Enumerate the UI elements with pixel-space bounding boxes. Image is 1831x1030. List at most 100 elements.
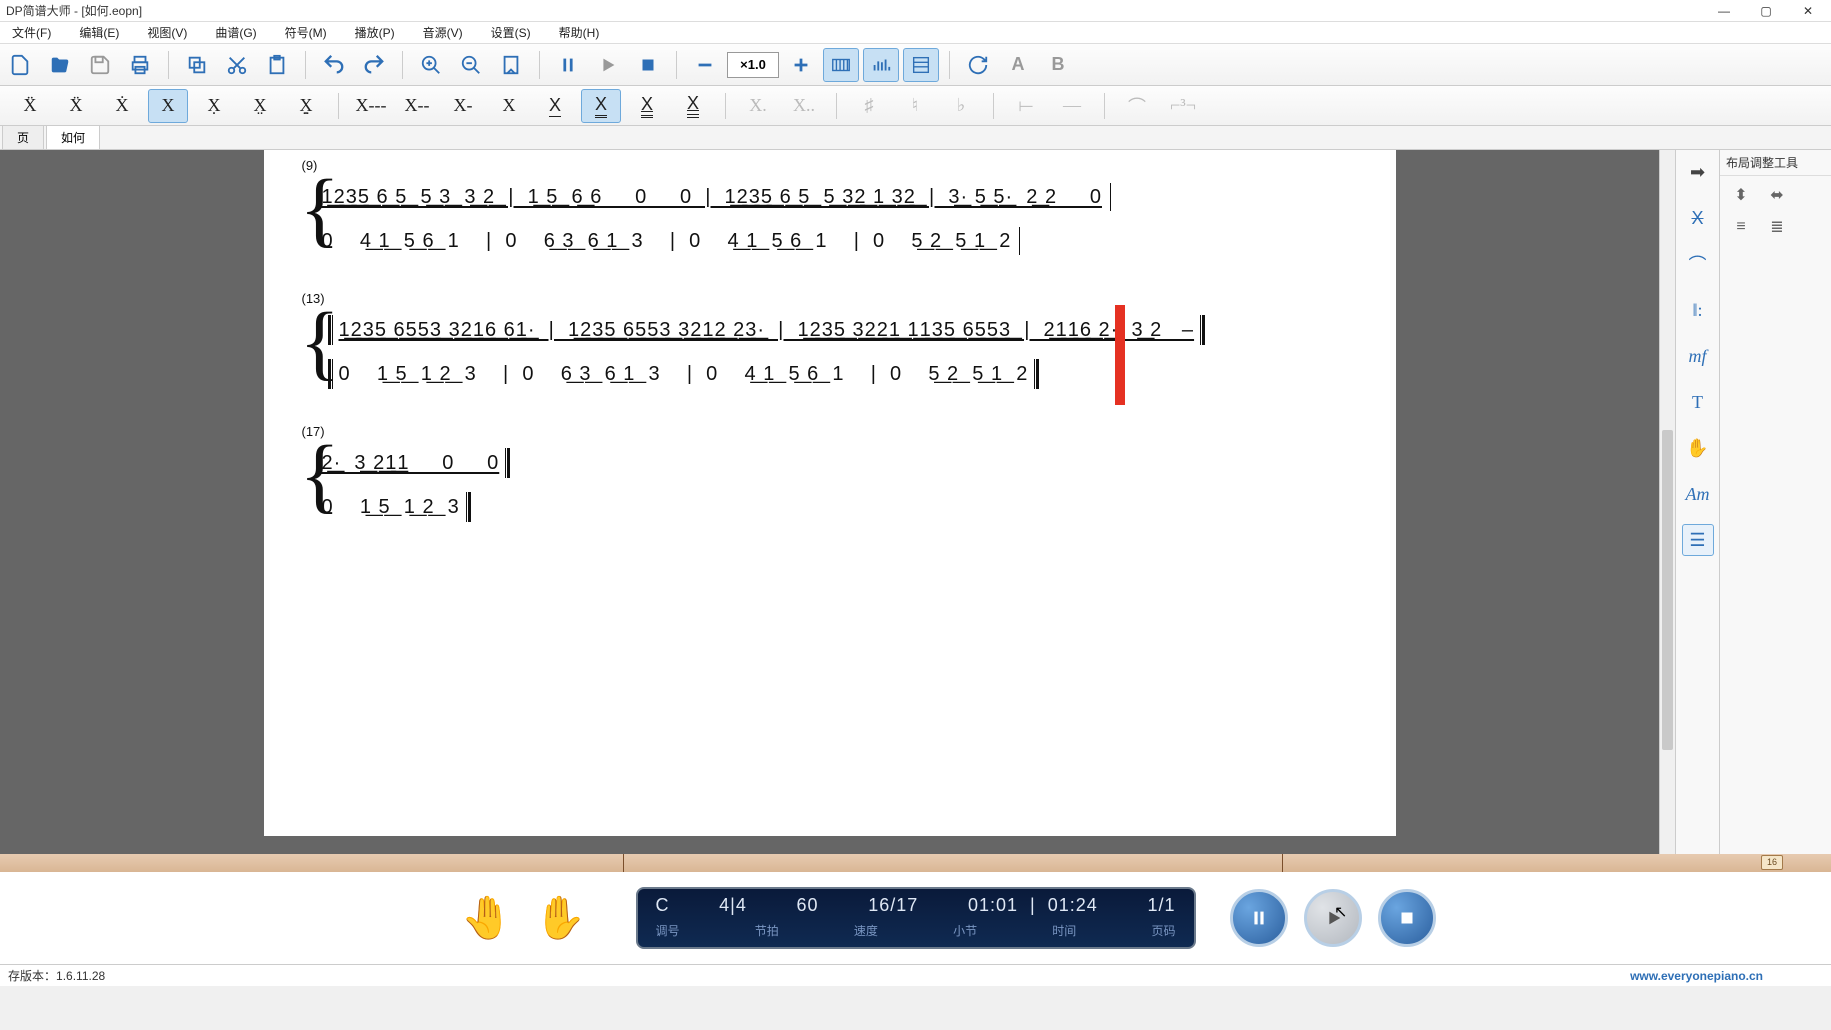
menu-settings[interactable]: 设置(S) — [485, 22, 537, 43]
layout-panel-title: 布局调整工具 — [1720, 150, 1831, 176]
duration-half-icon[interactable]: X-- — [397, 89, 437, 123]
menu-score[interactable]: 曲谱(G) — [209, 22, 262, 43]
timeline-ruler[interactable]: 16 — [0, 854, 1831, 872]
right-hand-icon[interactable]: ✋ — [534, 894, 586, 943]
paste-icon[interactable] — [259, 48, 295, 82]
score-canvas[interactable]: (9) { 1͟2͟3͟5͟ 6͟ 5͟ 5͟ 3͟ 3͟ 2͟ | 1͟ 5͟… — [0, 150, 1659, 854]
tuplet-icon[interactable]: ⌐³¬ — [1163, 89, 1203, 123]
align-stretch-icon[interactable]: ⬌ — [1764, 184, 1790, 206]
speed-down-icon[interactable] — [687, 48, 723, 82]
website-link[interactable]: www.everyonepiano.cn — [1630, 969, 1823, 983]
player-bar: ✋ ✋ C 4|4 60 16/17 01:01 | 01:24 1/1 调号 … — [0, 872, 1831, 964]
align-left-icon[interactable]: ≡ — [1728, 216, 1754, 238]
note-oct2-down-icon[interactable]: X̤ — [240, 89, 280, 123]
note-x-icon[interactable]: X — [1682, 202, 1714, 234]
slur-tool-icon[interactable]: ⌒ — [1682, 248, 1714, 280]
menu-view[interactable]: 视图(V) — [141, 22, 193, 43]
print-icon[interactable] — [122, 48, 158, 82]
keyboard-view-icon[interactable] — [823, 48, 859, 82]
style-a-icon[interactable]: A — [1000, 48, 1036, 82]
brace-icon: { — [300, 441, 312, 511]
stop-icon[interactable] — [630, 48, 666, 82]
note-natural-icon[interactable]: X — [148, 89, 188, 123]
note-oct1-up-icon[interactable]: Ẋ — [102, 89, 142, 123]
menu-edit[interactable]: 编辑(E) — [73, 22, 125, 43]
note-oct2-up-icon[interactable]: Ẍ — [56, 89, 96, 123]
menu-help[interactable]: 帮助(H) — [553, 22, 606, 43]
slur-icon[interactable]: ⌒ — [1117, 89, 1157, 123]
note-oct3-down-icon[interactable]: X̤̣ — [286, 89, 326, 123]
chord-tool-icon[interactable]: Am — [1682, 478, 1714, 510]
lbl-key: 调号 — [656, 922, 680, 939]
duration-64th-icon[interactable]: X — [673, 89, 713, 123]
lbl-bar: 小节 — [953, 922, 977, 939]
vertical-scrollbar[interactable] — [1659, 150, 1675, 854]
pause-button[interactable] — [1230, 889, 1288, 947]
menu-source[interactable]: 音源(V) — [417, 22, 469, 43]
copy-icon[interactable] — [179, 48, 215, 82]
speed-up-icon[interactable] — [783, 48, 819, 82]
menu-file[interactable]: 文件(F) — [6, 22, 57, 43]
list-tool-icon[interactable]: ☰ — [1682, 524, 1714, 556]
note-oct3-up-icon[interactable]: Ẍ — [10, 89, 50, 123]
duration-dotted-icon[interactable]: X- — [443, 89, 483, 123]
score-view-icon[interactable] — [903, 48, 939, 82]
flat-icon[interactable]: ♭ — [941, 89, 981, 123]
playback-cursor — [1115, 305, 1125, 405]
zoom-in-icon[interactable] — [413, 48, 449, 82]
timeline-flag[interactable]: 16 — [1761, 855, 1783, 870]
tie-close-icon[interactable]: ⟝ — [1006, 89, 1046, 123]
play-button[interactable] — [1304, 889, 1362, 947]
duration-sixteenth-icon[interactable]: X — [581, 89, 621, 123]
tab-document[interactable]: 如何 — [46, 125, 100, 149]
minimize-button[interactable]: — — [1717, 4, 1731, 18]
open-file-icon[interactable] — [42, 48, 78, 82]
pause-icon[interactable] — [550, 48, 586, 82]
left-hand-icon[interactable]: ✋ — [460, 894, 512, 943]
redo-icon[interactable] — [356, 48, 392, 82]
lbl-beat: 节拍 — [755, 922, 779, 939]
undo-icon[interactable] — [316, 48, 352, 82]
lbl-page: 页码 — [1151, 922, 1175, 939]
dynamic-tool-icon[interactable]: mf — [1682, 340, 1714, 372]
fit-page-icon[interactable] — [493, 48, 529, 82]
tie-open-icon[interactable]: — — [1052, 89, 1092, 123]
new-file-icon[interactable] — [2, 48, 38, 82]
maximize-button[interactable]: ▢ — [1759, 4, 1773, 18]
sharp-icon[interactable]: ♯ — [849, 89, 889, 123]
measure-label-9: (9) — [288, 158, 1372, 173]
refresh-icon[interactable] — [960, 48, 996, 82]
measure-label-13: (13) — [288, 291, 1372, 306]
note-oct1-down-icon[interactable]: X̣ — [194, 89, 234, 123]
natural-icon[interactable]: ♮ — [895, 89, 935, 123]
zoom-out-icon[interactable] — [453, 48, 489, 82]
style-b-icon[interactable]: B — [1040, 48, 1076, 82]
align-top-icon[interactable]: ⬍ — [1728, 184, 1754, 206]
playback-controls — [1230, 889, 1436, 947]
duration-whole-icon[interactable]: X--- — [351, 89, 391, 123]
close-button[interactable]: ✕ — [1801, 4, 1815, 18]
cut-icon[interactable] — [219, 48, 255, 82]
double-dot-icon[interactable]: X.. — [784, 89, 824, 123]
duration-quarter-icon[interactable]: X — [489, 89, 529, 123]
text-tool-icon[interactable]: T — [1682, 386, 1714, 418]
app-title: DP简谱大师 - [如何.eopn] — [6, 2, 142, 19]
stop-button[interactable] — [1378, 889, 1436, 947]
save-icon[interactable] — [82, 48, 118, 82]
scrollbar-thumb[interactable] — [1662, 430, 1673, 750]
menu-play[interactable]: 播放(P) — [349, 22, 401, 43]
repeat-sign-icon[interactable]: ‖: — [1682, 294, 1714, 326]
duration-32nd-icon[interactable]: X — [627, 89, 667, 123]
title-bar: DP简谱大师 - [如何.eopn] — ▢ ✕ — [0, 0, 1831, 22]
speed-display[interactable]: ×1.0 — [727, 52, 779, 78]
dot-icon[interactable]: X. — [738, 89, 778, 123]
tab-home[interactable]: 页 — [2, 125, 44, 149]
main-toolbar: ×1.0 A B — [0, 44, 1831, 86]
play-icon[interactable] — [590, 48, 626, 82]
align-right-icon[interactable]: ≣ — [1764, 216, 1790, 238]
mixer-icon[interactable] — [863, 48, 899, 82]
duration-eighth-icon[interactable]: X — [535, 89, 575, 123]
hand-tool-icon[interactable]: ✋ — [1682, 432, 1714, 464]
menu-symbol[interactable]: 符号(M) — [279, 22, 333, 43]
arrow-right-icon[interactable]: ➡ — [1682, 156, 1714, 188]
